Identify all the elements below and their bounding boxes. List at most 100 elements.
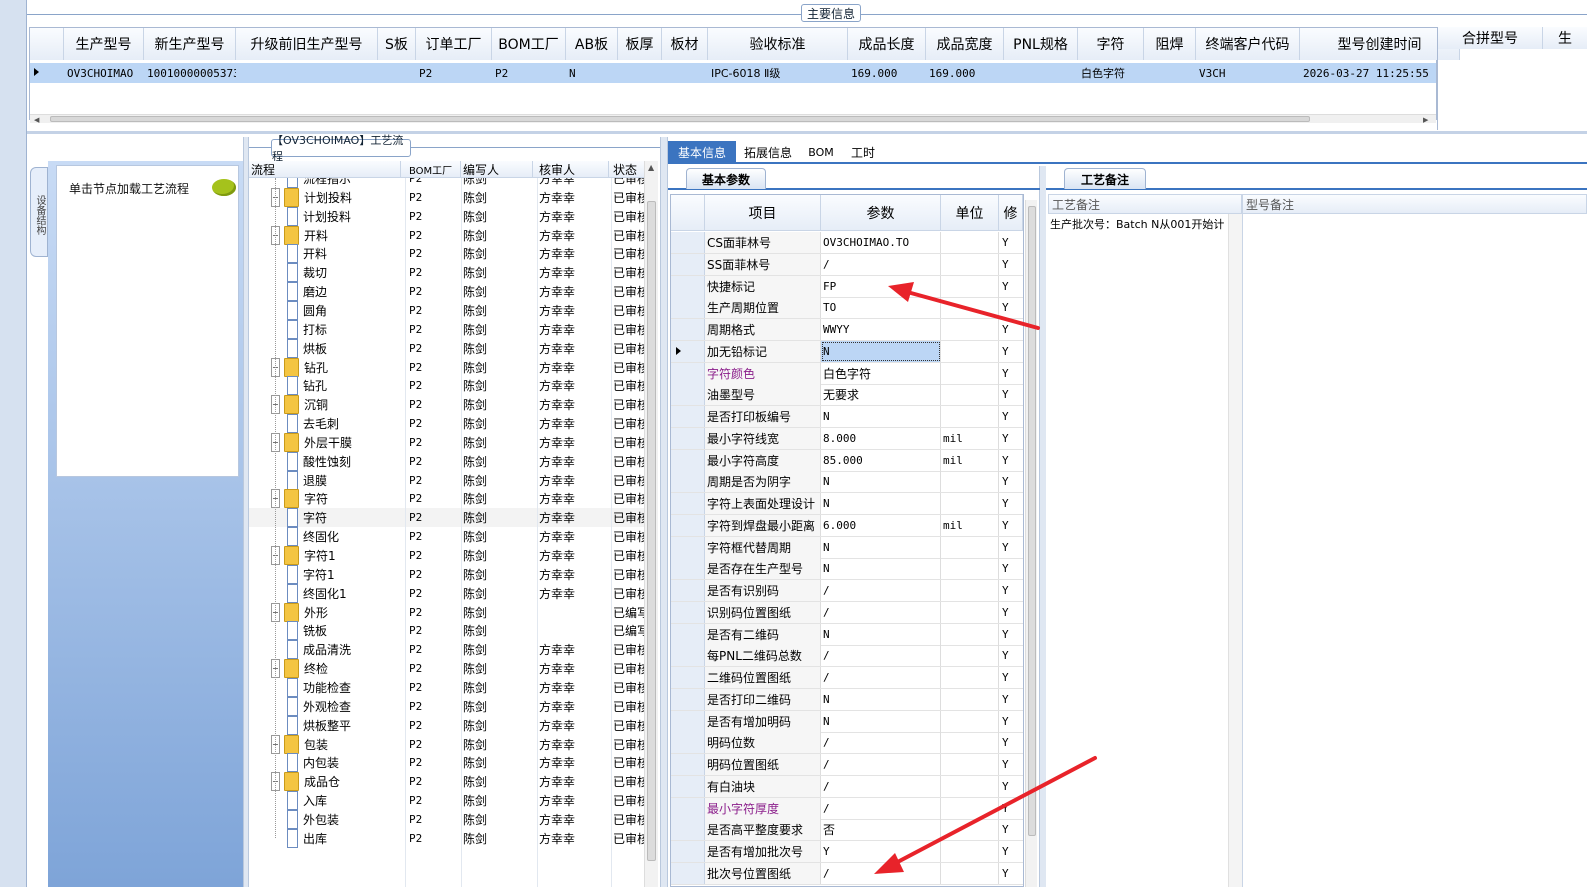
process-node[interactable]: 去毛刺 xyxy=(287,414,397,434)
process-tree-row[interactable]: 功能检查 P2 陈剑 方幸幸 已审核 xyxy=(249,677,644,697)
process-node[interactable]: 功能检查 xyxy=(287,677,397,697)
param-row[interactable]: 是否高平整度要求否 Y xyxy=(671,819,1023,842)
process-tree-row[interactable]: − 字符 P2 陈剑 方幸幸 已审核 xyxy=(249,489,644,509)
main-col-header[interactable]: BOM工厂 xyxy=(492,28,566,60)
process-tree-row[interactable]: − 包装 P2 陈剑 方幸幸 已审核 xyxy=(249,734,644,754)
row-selector[interactable] xyxy=(671,275,705,297)
process-col-header[interactable]: 核审人 xyxy=(539,161,609,178)
param-row[interactable]: 明码位数 / Y xyxy=(671,732,1023,755)
row-selector[interactable] xyxy=(671,862,705,884)
row-selector[interactable] xyxy=(671,623,705,645)
param-value-cell[interactable]: / xyxy=(821,601,941,623)
param-row[interactable]: 二维码位置图纸 / Y xyxy=(671,667,1023,689)
param-row[interactable]: 快捷标记 FP Y xyxy=(671,275,1023,298)
param-value-cell[interactable]: FP xyxy=(821,275,941,297)
row-selector[interactable] xyxy=(671,297,705,319)
process-tree-row[interactable]: 外包装 P2 陈剑 方幸幸 已审核 xyxy=(249,809,644,829)
process-node[interactable]: 酸性蚀刻 xyxy=(287,451,397,471)
param-row[interactable]: 油墨型号 无要求 Y xyxy=(671,384,1023,407)
main-grid-cell[interactable]: 2026-03-27 11:25:55 xyxy=(1300,63,1460,83)
main-col-header[interactable]: 新生产型号 xyxy=(144,28,236,60)
param-value-cell[interactable]: / xyxy=(821,797,941,819)
param-row[interactable]: 批次号位置图纸 / Y xyxy=(671,862,1023,885)
process-col-header[interactable]: BOM工厂 xyxy=(409,161,461,178)
main-col-header[interactable]: AB板 xyxy=(566,28,618,60)
process-node[interactable]: 终固化 xyxy=(287,527,397,547)
process-tree-row[interactable]: 打标 P2 陈剑 方幸幸 已审核 xyxy=(249,319,644,339)
process-vscrollbar[interactable]: ▲ xyxy=(644,161,658,887)
row-selector[interactable] xyxy=(671,406,705,427)
param-row[interactable]: 是否打印二维码 N Y xyxy=(671,688,1023,711)
param-value-cell[interactable]: N xyxy=(821,558,941,580)
param-value-cell[interactable]: 8.000 xyxy=(821,427,941,449)
process-node[interactable]: 字符1 xyxy=(287,564,397,584)
vscroll-thumb[interactable] xyxy=(647,201,656,861)
process-tree-row[interactable]: 磨边 P2 陈剑 方幸幸 已审核 xyxy=(249,282,644,302)
main-grid-cell[interactable] xyxy=(1144,63,1196,83)
process-node[interactable]: − 计划投料 xyxy=(271,187,397,207)
process-tree-row[interactable]: 终固化 P2 陈剑 方幸幸 已审核 xyxy=(249,527,644,547)
process-node[interactable]: 铣板 xyxy=(287,621,397,641)
process-node[interactable]: − 沉铜 xyxy=(271,395,397,415)
process-tree-row[interactable]: 烘板 P2 陈剑 方幸幸 已审核 xyxy=(249,338,644,358)
process-node[interactable]: − 包装 xyxy=(271,734,397,754)
param-row[interactable]: 有白油块 / Y xyxy=(671,775,1023,798)
process-node[interactable]: 出库 xyxy=(287,828,397,848)
param-value-cell[interactable]: N xyxy=(821,406,941,427)
param-value-cell[interactable]: / xyxy=(821,862,941,884)
process-node[interactable]: 打标 xyxy=(287,319,397,339)
main-grid-cell[interactable]: 169.000 xyxy=(848,63,926,83)
param-value-cell[interactable]: / xyxy=(821,775,941,797)
main-col-header[interactable]: 终端客户代码 xyxy=(1196,28,1300,60)
scroll-left-icon[interactable]: ◀ xyxy=(34,116,39,124)
row-selector[interactable] xyxy=(671,580,705,601)
process-tree-row[interactable]: − 沉铜 P2 陈剑 方幸幸 已审核 xyxy=(249,395,644,415)
param-row[interactable]: 是否有识别码 / Y xyxy=(671,580,1023,602)
row-selector[interactable] xyxy=(671,384,705,406)
main-col-header[interactable]: 成品长度 xyxy=(848,28,926,60)
main-col-header[interactable]: 字符 xyxy=(1078,28,1144,60)
param-row[interactable]: 周期是否为阴字 N Y xyxy=(671,471,1023,494)
param-value-cell[interactable]: N xyxy=(821,493,941,514)
param-row[interactable]: CS面菲林号 OV3CHOIMAO.TO Y xyxy=(671,232,1023,254)
main-col-header[interactable]: S板 xyxy=(378,28,416,60)
process-node[interactable]: − 终检 xyxy=(271,659,397,679)
row-selector[interactable] xyxy=(671,558,705,580)
param-row[interactable]: 识别码位置图纸 / Y xyxy=(671,601,1023,624)
main-grid-cell[interactable]: N xyxy=(566,63,618,83)
process-tree-row[interactable]: 铣板 P2 陈剑 已编写 xyxy=(249,621,644,641)
row-selector[interactable] xyxy=(671,493,705,514)
param-row[interactable]: 周期格式 WWYY Y xyxy=(671,319,1023,341)
param-value-cell[interactable]: / xyxy=(821,645,941,667)
hscroll-thumb[interactable] xyxy=(50,116,1310,122)
process-col-header[interactable]: 状态 xyxy=(613,161,645,178)
process-tree-row[interactable]: 成品清洗 P2 陈剑 方幸幸 已审核 xyxy=(249,640,644,660)
main-grid-cell[interactable]: IPC-6018 Ⅱ级 xyxy=(708,63,848,83)
param-row[interactable]: SS面菲林号 / Y xyxy=(671,253,1023,276)
process-col-header[interactable]: 编写人 xyxy=(463,161,533,178)
param-row[interactable]: 是否存在生产型号 N Y xyxy=(671,558,1023,581)
process-tree-row[interactable]: − 计划投料 P2 陈剑 方幸幸 已审核 xyxy=(249,187,644,207)
process-tree-row[interactable]: − 终检 P2 陈剑 方幸幸 已审核 xyxy=(249,659,644,679)
row-selector[interactable] xyxy=(671,514,705,536)
tab-bom[interactable]: BOM xyxy=(804,141,838,163)
process-node[interactable]: 烘板 xyxy=(287,338,397,358)
process-tree-row[interactable]: − 外层干膜 P2 陈剑 方幸幸 已审核 xyxy=(249,432,644,452)
param-row[interactable]: 字符颜色 白色字符 Y xyxy=(671,362,1023,385)
process-tree-row[interactable]: 裁切 P2 陈剑 方幸幸 已审核 xyxy=(249,263,644,283)
process-node[interactable]: 退膜 xyxy=(287,470,397,490)
process-node[interactable]: − 字符 xyxy=(271,489,397,509)
process-tree-row[interactable]: 入库 P2 陈剑 方幸幸 已审核 xyxy=(249,791,644,811)
process-node[interactable]: 计划投料 xyxy=(287,206,397,226)
params-col-header[interactable]: 项目 xyxy=(705,195,821,231)
main-grid-cell[interactable] xyxy=(236,63,378,83)
main-grid-row[interactable]: OV3CHOIMAO 10010000005373 P2 P2 N IPC-6018 Ⅱ级… xyxy=(30,63,1436,83)
process-node[interactable]: − 开料 xyxy=(271,225,397,245)
row-selector[interactable] xyxy=(671,253,705,275)
param-value-cell[interactable]: TO xyxy=(821,297,941,319)
load-process-hint[interactable]: 单击节点加载工艺流程 xyxy=(56,165,239,477)
process-node[interactable]: 流程指示 xyxy=(287,178,397,188)
row-selector[interactable] xyxy=(671,601,705,623)
param-value-cell[interactable]: / xyxy=(821,253,941,275)
process-node[interactable]: 裁切 xyxy=(287,263,397,283)
